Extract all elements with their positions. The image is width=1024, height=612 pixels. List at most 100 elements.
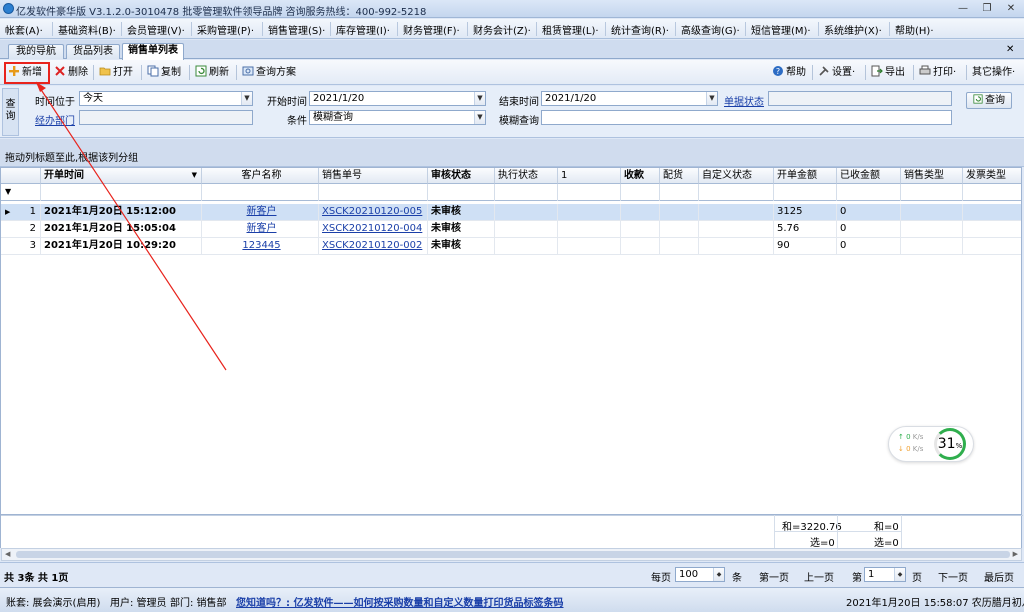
column-header-customer[interactable]: 客户名称 bbox=[202, 168, 319, 184]
menu-sales[interactable]: 销售管理(S)· bbox=[268, 22, 325, 37]
tab-my-navigation[interactable]: 我的导航 bbox=[8, 44, 64, 59]
group-by-hint: 拖动列标题至此,根据该列分组 bbox=[5, 153, 139, 164]
cell-customer-link[interactable]: 123445 bbox=[202, 238, 319, 255]
export-icon bbox=[871, 65, 883, 77]
column-header-custom-status[interactable]: 自定义状态 bbox=[699, 168, 774, 184]
time-range-label: 时间位于 bbox=[35, 97, 75, 108]
menu-sms[interactable]: 短信管理(M)· bbox=[751, 22, 811, 37]
tip-link[interactable]: 您知道吗？: 亿发软件——如何按采购数量和自定义数量打印货品标签条码 bbox=[236, 594, 563, 609]
filter-cell[interactable] bbox=[558, 184, 621, 201]
other-actions-button[interactable]: 其它操作· bbox=[972, 65, 1015, 80]
tab-sales-order-list[interactable]: 销售单列表 bbox=[122, 43, 184, 60]
filter-cell[interactable] bbox=[963, 184, 1021, 201]
column-header-time[interactable]: 开单时间 ▼ bbox=[41, 168, 202, 184]
end-time-input[interactable]: 2021/1/20 ▼ bbox=[541, 91, 718, 106]
group-by-panel[interactable] bbox=[0, 139, 1024, 167]
menu-member[interactable]: 会员管理(V)· bbox=[127, 22, 185, 37]
copy-button[interactable]: 复制 bbox=[147, 65, 181, 80]
cell-order-link[interactable]: XSCK20210120-002 bbox=[319, 238, 428, 255]
restore-button[interactable]: ❐ bbox=[976, 2, 998, 16]
settings-button[interactable]: 设置· bbox=[818, 65, 855, 80]
status-user: 用户: 管理员 bbox=[110, 598, 167, 609]
cell-order-link[interactable]: XSCK20210120-005 bbox=[319, 204, 428, 221]
doc-status-link[interactable]: 单据状态 bbox=[724, 93, 764, 108]
refresh-button[interactable]: 刷新 bbox=[195, 65, 229, 80]
table-row[interactable]: 3 2021年1月20日 10:29:20 123445 XSCK2021012… bbox=[1, 238, 1021, 255]
handler-dept-field[interactable] bbox=[79, 110, 253, 125]
filter-cell[interactable] bbox=[202, 184, 319, 201]
handler-dept-link[interactable]: 经办部门 bbox=[35, 112, 75, 127]
column-header-exec-status[interactable]: 执行状态 bbox=[495, 168, 558, 184]
scroll-right-icon[interactable]: ▶ bbox=[1013, 550, 1018, 558]
menu-system[interactable]: 系统维护(X)· bbox=[824, 22, 882, 37]
delete-button[interactable]: 删除 bbox=[54, 65, 88, 80]
help-button[interactable]: ? 帮助 bbox=[772, 65, 806, 80]
menu-finance[interactable]: 财务管理(F)· bbox=[403, 22, 460, 37]
export-button[interactable]: 导出 bbox=[871, 65, 905, 80]
filter-cell[interactable] bbox=[660, 184, 699, 201]
column-header-invoice-type[interactable]: 发票类型 bbox=[963, 168, 1021, 184]
menu-help[interactable]: 帮助(H)· bbox=[895, 22, 934, 37]
menu-advanced-query[interactable]: 高级查询(G)· bbox=[681, 22, 740, 37]
minimize-button[interactable]: — bbox=[952, 2, 974, 16]
menu-accounting[interactable]: 财务会计(Z)· bbox=[473, 22, 531, 37]
table-row[interactable]: 2 2021年1月20日 15:05:04 新客户 XSCK20210120-0… bbox=[1, 221, 1021, 238]
filter-cell[interactable] bbox=[774, 184, 837, 201]
filter-cell[interactable] bbox=[428, 184, 495, 201]
menu-account[interactable]: 帐套(A)· bbox=[5, 22, 43, 37]
filter-cell[interactable] bbox=[901, 184, 963, 201]
filter-cell[interactable] bbox=[41, 184, 202, 201]
column-header-audit-status[interactable]: 审核状态 bbox=[428, 168, 495, 184]
query-scheme-button[interactable]: 查询方案 bbox=[242, 65, 296, 80]
column-header-received[interactable]: 已收金额 bbox=[837, 168, 901, 184]
scroll-left-icon[interactable]: ◀ bbox=[5, 550, 10, 558]
menu-inventory[interactable]: 库存管理(I)· bbox=[336, 22, 390, 37]
per-page-input[interactable]: 100 ◆ bbox=[675, 567, 725, 582]
filter-cell[interactable] bbox=[319, 184, 428, 201]
doc-status-field[interactable] bbox=[768, 91, 952, 106]
condition-label: 条件 bbox=[287, 116, 307, 127]
spinner-icon[interactable]: ◆ bbox=[894, 568, 905, 581]
open-button[interactable]: 打开 bbox=[99, 65, 133, 80]
cell-order-link[interactable]: XSCK20210120-004 bbox=[319, 221, 428, 238]
close-tab-icon[interactable]: ✕ bbox=[1006, 44, 1014, 55]
start-time-input[interactable]: 2021/1/20 ▼ bbox=[309, 91, 486, 106]
time-range-select[interactable]: 今天 ▼ bbox=[79, 91, 253, 106]
column-header-order-no[interactable]: 销售单号 bbox=[319, 168, 428, 184]
column-header-sales-type[interactable]: 销售类型 bbox=[901, 168, 963, 184]
next-page-button[interactable]: 下一页 bbox=[938, 569, 968, 584]
filter-icon[interactable]: ▼ bbox=[1, 184, 41, 201]
scroll-thumb[interactable] bbox=[16, 551, 1010, 558]
menu-purchase[interactable]: 采购管理(P)· bbox=[197, 22, 254, 37]
menu-statistics[interactable]: 统计查询(R)· bbox=[611, 22, 669, 37]
menu-lease[interactable]: 租赁管理(L)· bbox=[542, 22, 599, 37]
horizontal-scrollbar[interactable]: ◀ ▶ bbox=[1, 548, 1022, 561]
first-page-button[interactable]: 第一页 bbox=[759, 569, 789, 584]
filter-cell[interactable] bbox=[837, 184, 901, 201]
column-header-collection[interactable]: 收款 bbox=[621, 168, 660, 184]
filter-cell[interactable] bbox=[495, 184, 558, 201]
column-header-picking[interactable]: 配货 bbox=[660, 168, 699, 184]
table-row[interactable]: ▶ 1 2021年1月20日 15:12:00 新客户 XSCK20210120-… bbox=[1, 204, 1021, 221]
last-page-button[interactable]: 最后页 bbox=[984, 569, 1014, 584]
memory-usage-ring[interactable]: 31% bbox=[934, 428, 966, 460]
column-header-amount[interactable]: 开单金额 bbox=[774, 168, 837, 184]
condition-select[interactable]: 模糊查询 ▼ bbox=[309, 110, 486, 125]
filter-cell[interactable] bbox=[699, 184, 774, 201]
column-header-1[interactable]: 1 bbox=[558, 168, 621, 184]
prev-page-button[interactable]: 上一页 bbox=[804, 569, 834, 584]
close-button[interactable]: ✕ bbox=[1000, 2, 1022, 16]
print-button[interactable]: 打印· bbox=[919, 65, 956, 80]
spinner-icon[interactable]: ◆ bbox=[713, 568, 724, 581]
filter-cell[interactable] bbox=[621, 184, 660, 201]
cell-customer-link[interactable]: 新客户 bbox=[202, 221, 319, 238]
menu-basic-data[interactable]: 基础资料(B)· bbox=[58, 22, 116, 37]
cell-customer-link[interactable]: 新客户 bbox=[202, 204, 319, 221]
query-button[interactable]: 查询 bbox=[966, 92, 1012, 109]
chevron-down-icon: ▼ bbox=[241, 92, 252, 105]
svg-text:?: ? bbox=[776, 67, 780, 76]
pager-bar: 共 3条 共 1页 每页 100 ◆ 条 第一页 上一页 第 1 ◆ 页 下一页 最… bbox=[0, 562, 1024, 586]
tab-goods-list[interactable]: 货品列表 bbox=[66, 44, 120, 59]
fuzzy-query-input[interactable] bbox=[541, 110, 952, 125]
page-number-input[interactable]: 1 ◆ bbox=[864, 567, 906, 582]
